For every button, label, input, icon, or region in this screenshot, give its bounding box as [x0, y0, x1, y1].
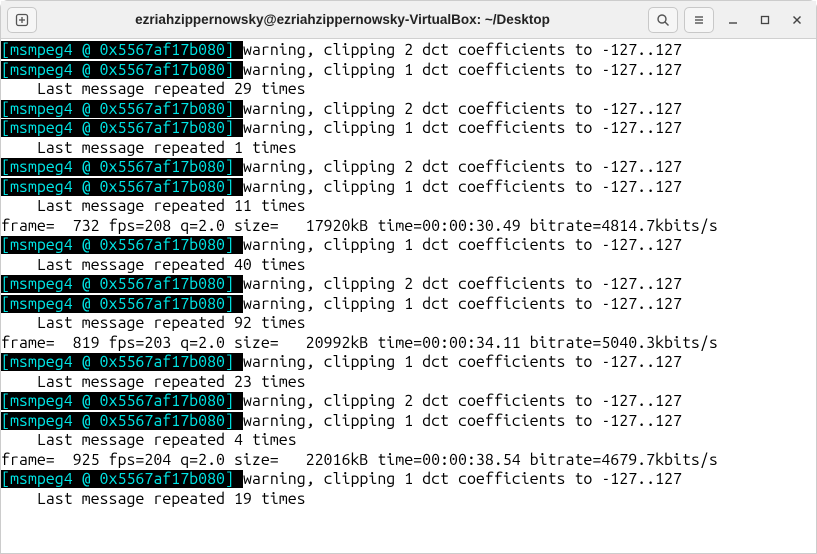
log-line: [msmpeg4 @ 0x5567af17b080] warning, clip… — [1, 61, 816, 81]
log-line: frame= 925 fps=204 q=2.0 size= 22016kB t… — [1, 451, 816, 471]
log-line: [msmpeg4 @ 0x5567af17b080] warning, clip… — [1, 470, 816, 490]
log-line: [msmpeg4 @ 0x5567af17b080] warning, clip… — [1, 41, 816, 61]
new-tab-button[interactable] — [7, 7, 37, 33]
log-line: Last message repeated 1 times — [1, 139, 816, 159]
log-line: [msmpeg4 @ 0x5567af17b080] warning, clip… — [1, 158, 816, 178]
menu-button[interactable] — [684, 7, 714, 33]
maximize-button[interactable] — [752, 7, 778, 33]
minimize-button[interactable] — [720, 7, 746, 33]
log-line: Last message repeated 11 times — [1, 197, 816, 217]
log-line: Last message repeated 92 times — [1, 314, 816, 334]
log-line: [msmpeg4 @ 0x5567af17b080] warning, clip… — [1, 275, 816, 295]
log-line: [msmpeg4 @ 0x5567af17b080] warning, clip… — [1, 353, 816, 373]
log-line: Last message repeated 19 times — [1, 490, 816, 510]
log-line: frame= 819 fps=203 q=2.0 size= 20992kB t… — [1, 334, 816, 354]
log-line: Last message repeated 29 times — [1, 80, 816, 100]
log-line: [msmpeg4 @ 0x5567af17b080] warning, clip… — [1, 178, 816, 198]
search-button[interactable] — [648, 7, 678, 33]
log-line: [msmpeg4 @ 0x5567af17b080] warning, clip… — [1, 295, 816, 315]
log-line: [msmpeg4 @ 0x5567af17b080] warning, clip… — [1, 100, 816, 120]
window-title: ezriahzippernowsky@ezriahzippernowsky-Vi… — [43, 12, 642, 27]
log-line: [msmpeg4 @ 0x5567af17b080] warning, clip… — [1, 236, 816, 256]
titlebar: ezriahzippernowsky@ezriahzippernowsky-Vi… — [1, 1, 816, 39]
log-line: [msmpeg4 @ 0x5567af17b080] warning, clip… — [1, 392, 816, 412]
log-line: [msmpeg4 @ 0x5567af17b080] warning, clip… — [1, 412, 816, 432]
log-line: frame= 732 fps=208 q=2.0 size= 17920kB t… — [1, 217, 816, 237]
close-button[interactable] — [784, 7, 810, 33]
log-line: Last message repeated 4 times — [1, 431, 816, 451]
log-line: Last message repeated 23 times — [1, 373, 816, 393]
log-line: Last message repeated 40 times — [1, 256, 816, 276]
log-line: [msmpeg4 @ 0x5567af17b080] warning, clip… — [1, 119, 816, 139]
terminal-output[interactable]: [msmpeg4 @ 0x5567af17b080] warning, clip… — [1, 39, 816, 553]
